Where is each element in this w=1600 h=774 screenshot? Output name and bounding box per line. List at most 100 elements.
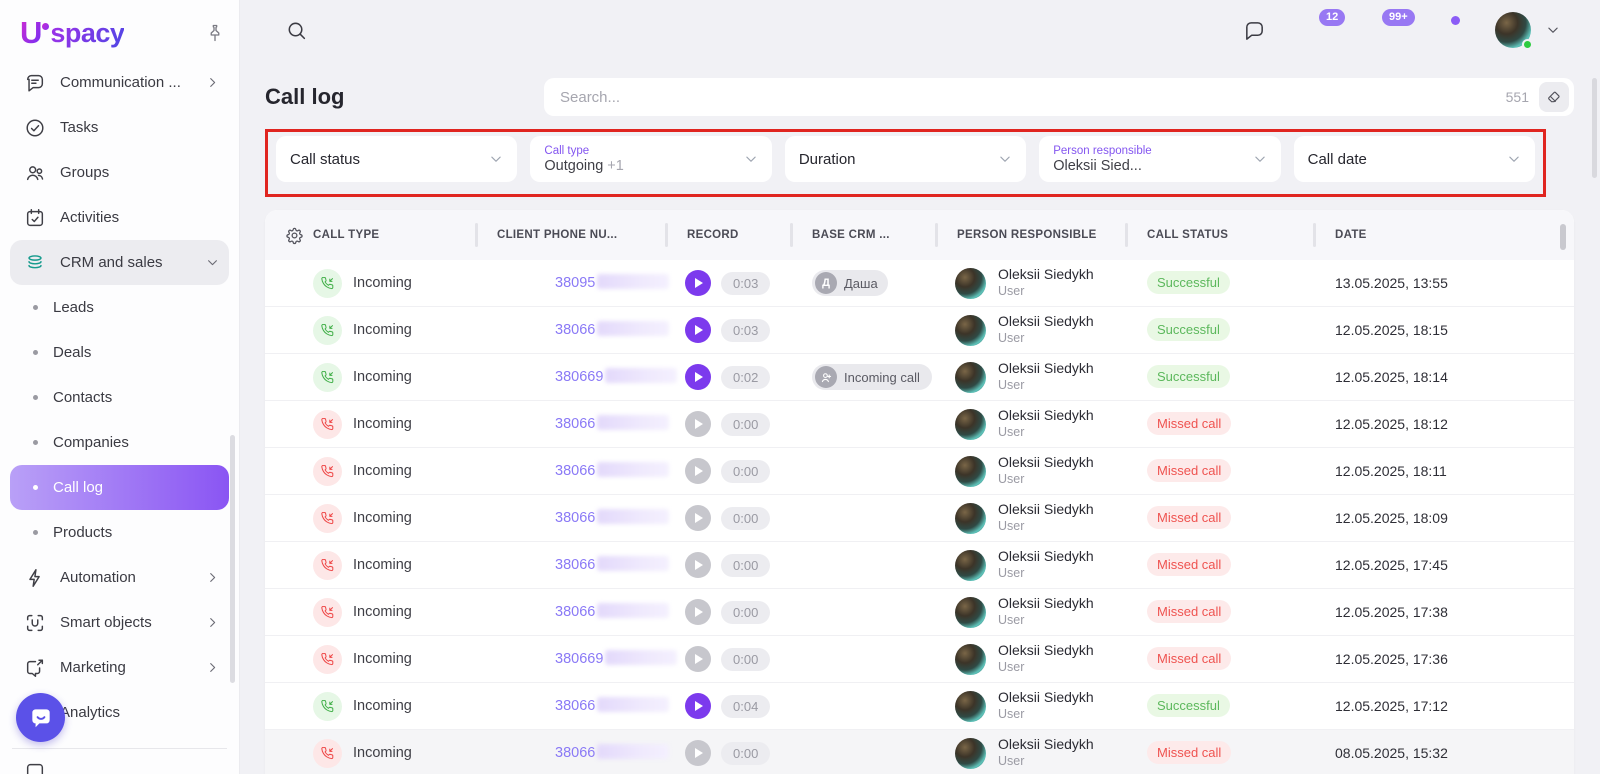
sidebar-item-crm-and-sales[interactable]: CRM and sales xyxy=(10,240,229,285)
call-date: 13.05.2025, 13:55 xyxy=(1313,275,1574,291)
table-scrollbar[interactable] xyxy=(1560,224,1566,250)
chats-icon[interactable]: 12 xyxy=(1306,19,1329,42)
sidebar-item-activities[interactable]: Activities xyxy=(10,195,229,240)
sidebar-item-leads[interactable]: Leads xyxy=(10,285,229,330)
table-row[interactable]: Incoming 38066 0:00 Oleksii Siedykh User… xyxy=(265,730,1574,774)
client-phone-link[interactable]: 38066 xyxy=(555,415,669,432)
client-phone-link[interactable]: 380669 xyxy=(555,368,677,385)
table-row[interactable]: Incoming 380669 0:00 Oleksii Siedykh Use… xyxy=(265,636,1574,683)
sidebar-item-automation[interactable]: Automation xyxy=(10,555,229,600)
table-row[interactable]: Incoming 38066 0:04 Oleksii Siedykh User… xyxy=(265,683,1574,730)
sidebar-subitem-label: Companies xyxy=(53,434,129,451)
person-responsible-cell[interactable]: Oleksii Siedykh User xyxy=(935,736,1125,769)
sidebar-item-smart-objects[interactable]: Smart objects xyxy=(10,600,229,645)
client-phone-link[interactable]: 38066 xyxy=(555,462,669,479)
uspacy-logo[interactable]: Uspacy xyxy=(20,18,124,48)
comment-icon[interactable] xyxy=(1243,19,1266,42)
sidebar-item-deals[interactable]: Deals xyxy=(10,330,229,375)
person-responsible-cell[interactable]: Oleksii Siedykh User xyxy=(935,689,1125,722)
play-record-button[interactable] xyxy=(685,458,711,484)
table-row[interactable]: Incoming 38066 0:00 Oleksii Siedykh User… xyxy=(265,495,1574,542)
filter-call-status[interactable]: Call status xyxy=(276,136,517,182)
person-responsible-cell[interactable]: Oleksii Siedykh User xyxy=(935,313,1125,346)
sidebar-item-tasks[interactable]: Tasks xyxy=(10,105,229,150)
filter-duration[interactable]: Duration xyxy=(785,136,1026,182)
client-phone-link[interactable]: 38066 xyxy=(555,603,669,620)
logo-initial: U xyxy=(20,18,41,48)
table-row[interactable]: Incoming 380669 0:02 Incoming call 38. O… xyxy=(265,354,1574,401)
sidebar-item-groups[interactable]: Groups xyxy=(10,150,229,195)
person-responsible-cell[interactable]: Oleksii Siedykh User xyxy=(935,266,1125,299)
record-duration-chip: 0:00 xyxy=(721,554,770,577)
column-header-date[interactable]: DATE xyxy=(1313,223,1574,247)
table-row[interactable]: Incoming 38095 0:03 ДДаша Oleksii Siedyk… xyxy=(265,260,1574,307)
base-crm-chip[interactable]: Incoming call 38. xyxy=(812,364,932,390)
sidebar-item-call-log[interactable]: Call log xyxy=(10,465,229,510)
mail-icon[interactable]: 99+ xyxy=(1369,19,1392,42)
call-date: 12.05.2025, 17:36 xyxy=(1313,651,1574,667)
search-input[interactable] xyxy=(560,89,1506,106)
table-row[interactable]: Incoming 38066 0:00 Oleksii Siedykh User… xyxy=(265,589,1574,636)
base-crm-chip[interactable]: ДДаша xyxy=(812,270,888,296)
record-duration-chip: 0:02 xyxy=(721,366,770,389)
clear-search-button[interactable] xyxy=(1539,82,1569,112)
play-record-button[interactable] xyxy=(685,364,711,390)
column-header-base-crm[interactable]: BASE CRM ... xyxy=(790,223,935,247)
pin-icon[interactable] xyxy=(205,23,225,43)
sidebar-scrollbar[interactable] xyxy=(230,435,235,683)
table-row[interactable]: Incoming 38066 0:03 Oleksii Siedykh User… xyxy=(265,307,1574,354)
person-responsible-cell[interactable]: Oleksii Siedykh User xyxy=(935,642,1125,675)
person-responsible-cell[interactable]: Oleksii Siedykh User xyxy=(935,501,1125,534)
column-header-person-responsible[interactable]: PERSON RESPONSIBLE xyxy=(935,223,1125,247)
client-phone-cell: 38066 xyxy=(475,321,665,339)
call-status-badge: Missed call xyxy=(1147,647,1231,670)
client-phone-link[interactable]: 38066 xyxy=(555,697,669,714)
person-role: User xyxy=(998,472,1094,488)
gear-icon[interactable] xyxy=(285,226,304,245)
column-header-client-phone-nu[interactable]: CLIENT PHONE NU... xyxy=(475,223,665,247)
column-header-record[interactable]: RECORD xyxy=(665,223,790,247)
record-cell: 0:03 xyxy=(665,317,790,343)
column-header-call-type[interactable]: CALL TYPE xyxy=(311,223,475,247)
client-phone-link[interactable]: 38095 xyxy=(555,274,669,291)
client-phone-link[interactable]: 38066 xyxy=(555,556,669,573)
filter-person-responsible[interactable]: Person responsibleOleksii Sied... xyxy=(1039,136,1280,182)
call-status-badge: Successful xyxy=(1147,318,1230,341)
play-record-button[interactable] xyxy=(685,411,711,437)
column-header-call-status[interactable]: CALL STATUS xyxy=(1125,223,1313,247)
profile-menu[interactable] xyxy=(1495,12,1562,48)
bell-icon[interactable] xyxy=(1432,19,1455,42)
play-record-button[interactable] xyxy=(685,693,711,719)
sidebar-subitem-label: Call log xyxy=(53,479,103,496)
client-phone-link[interactable]: 38066 xyxy=(555,321,669,338)
chevron-down-icon xyxy=(1544,21,1562,39)
client-phone-link[interactable]: 38066 xyxy=(555,744,669,761)
play-record-button[interactable] xyxy=(685,505,711,531)
sidebar-item-communication[interactable]: Communication ... xyxy=(10,60,229,105)
chat-widget-button[interactable] xyxy=(16,693,65,742)
play-record-button[interactable] xyxy=(685,270,711,296)
person-responsible-cell[interactable]: Oleksii Siedykh User xyxy=(935,454,1125,487)
play-record-button[interactable] xyxy=(685,646,711,672)
client-phone-link[interactable]: 380669 xyxy=(555,650,677,667)
play-record-button[interactable] xyxy=(685,740,711,766)
person-responsible-cell[interactable]: Oleksii Siedykh User xyxy=(935,548,1125,581)
client-phone-link[interactable]: 38066 xyxy=(555,509,669,526)
table-row[interactable]: Incoming 38066 0:00 Oleksii Siedykh User… xyxy=(265,401,1574,448)
play-record-button[interactable] xyxy=(685,317,711,343)
person-responsible-cell[interactable]: Oleksii Siedykh User xyxy=(935,360,1125,393)
page-scrollbar[interactable] xyxy=(1592,78,1597,178)
sidebar-item-companies[interactable]: Companies xyxy=(10,420,229,465)
global-search-icon[interactable] xyxy=(285,19,308,42)
table-row[interactable]: Incoming 38066 0:00 Oleksii Siedykh User… xyxy=(265,542,1574,589)
play-record-button[interactable] xyxy=(685,599,711,625)
person-responsible-cell[interactable]: Oleksii Siedykh User xyxy=(935,407,1125,440)
person-responsible-cell[interactable]: Oleksii Siedykh User xyxy=(935,595,1125,628)
table-row[interactable]: Incoming 38066 0:00 Oleksii Siedykh User… xyxy=(265,448,1574,495)
sidebar-item-marketing[interactable]: Marketing xyxy=(10,645,229,690)
filter-call-date[interactable]: Call date xyxy=(1294,136,1535,182)
sidebar-item-contacts[interactable]: Contacts xyxy=(10,375,229,420)
filter-call-type[interactable]: Call typeOutgoing +1 xyxy=(530,136,771,182)
play-record-button[interactable] xyxy=(685,552,711,578)
sidebar-item-products[interactable]: Products xyxy=(10,510,229,555)
